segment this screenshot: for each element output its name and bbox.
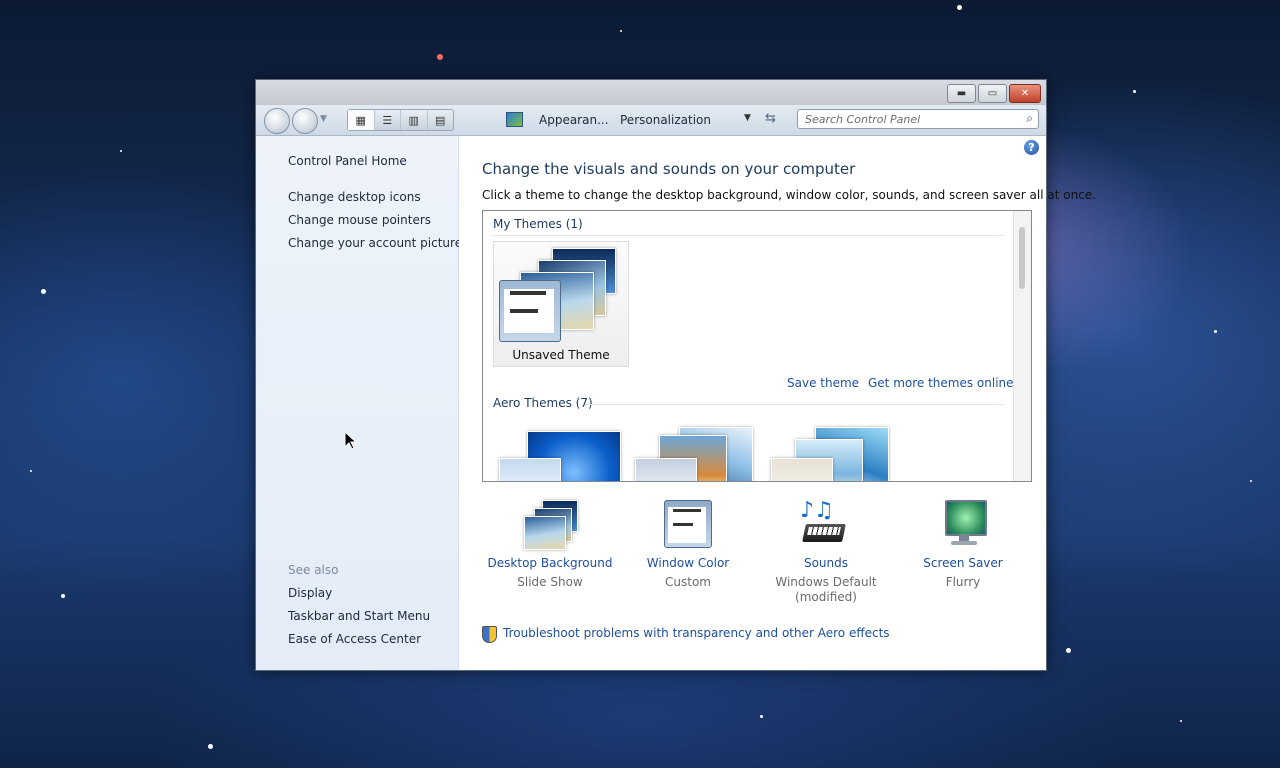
refresh-icon[interactable]: ⇆: [765, 111, 776, 126]
personalization-window: ▬ ▭ ✕ ▼ ▦ ☰ ▥ ▤ Appearan... Personalizat…: [255, 79, 1096, 671]
page-description: Click a theme to change the desktop back…: [482, 188, 1096, 202]
shield-icon: [482, 626, 497, 643]
control-panel-icon: [506, 112, 523, 127]
theme-characters[interactable]: [769, 423, 895, 481]
window-color-preview: [499, 280, 561, 342]
window-color-sub: Custom: [665, 575, 711, 589]
group-divider: [493, 235, 1005, 236]
view-details-button[interactable]: ▥: [401, 110, 428, 130]
sidebar-change-mouse-pointers[interactable]: Change mouse pointers: [288, 213, 431, 227]
view-large-icons-button[interactable]: ▦: [348, 110, 375, 130]
themes-list[interactable]: My Themes (1) Unsaved Theme Save theme G…: [482, 210, 1032, 482]
sidebar-taskbar-start-menu[interactable]: Taskbar and Start Menu: [288, 609, 430, 623]
themes-scrollbar[interactable]: [1013, 211, 1031, 481]
sidebar-display[interactable]: Display: [288, 586, 332, 600]
screen-saver-title[interactable]: Screen Saver: [898, 556, 1028, 570]
maximize-button[interactable]: ▭: [978, 84, 1007, 103]
troubleshoot-link[interactable]: Troubleshoot problems with transparency …: [503, 626, 890, 640]
sounds-item[interactable]: ♪♫ Sounds Windows Default (modified): [761, 498, 891, 605]
screen-saver-item[interactable]: Screen Saver Flurry: [898, 498, 1028, 590]
forward-button[interactable]: [292, 108, 318, 134]
get-more-themes-link[interactable]: Get more themes online: [868, 376, 1014, 390]
title-bar[interactable]: ▬ ▭ ✕: [256, 80, 1046, 105]
desktop-background-icon: [520, 498, 580, 550]
view-tiles-button[interactable]: ▤: [428, 110, 454, 130]
window-color-item[interactable]: Window Color Custom: [623, 498, 753, 590]
minimize-button[interactable]: ▬: [947, 84, 976, 103]
search-icon[interactable]: ⌕: [1026, 111, 1033, 126]
search-placeholder: Search Control Panel: [805, 113, 921, 126]
group-divider: [585, 404, 1005, 405]
main-content: ? Change the visuals and sounds on your …: [459, 136, 1096, 669]
sidebar-change-desktop-icons[interactable]: Change desktop icons: [288, 190, 421, 204]
see-also-heading: See also: [288, 563, 339, 577]
screen-saver-icon: [933, 498, 993, 550]
address-dropdown-icon[interactable]: ▼: [744, 113, 751, 123]
search-input[interactable]: Search Control Panel ⌕: [797, 109, 1039, 129]
view-mode-group: ▦ ☰ ▥ ▤: [347, 109, 454, 131]
sidebar-change-account-picture[interactable]: Change your account picture: [288, 236, 462, 250]
theme-label: Unsaved Theme: [512, 348, 610, 362]
breadcrumb-personalization[interactable]: Personalization: [620, 113, 711, 127]
breadcrumb-appearance[interactable]: Appearan...: [539, 113, 609, 127]
sounds-sub: Windows Default (modified): [775, 575, 877, 604]
window-color-icon: [658, 498, 718, 550]
view-list-button[interactable]: ☰: [375, 110, 401, 130]
desktop-background-item[interactable]: Desktop Background Slide Show: [485, 498, 615, 590]
theme-windows-7[interactable]: [497, 423, 623, 481]
sidebar-ease-of-access[interactable]: Ease of Access Center: [288, 632, 421, 646]
address-bar: ▼ ▦ ☰ ▥ ▤ Appearan... Personalization ▼ …: [256, 105, 1046, 136]
page-title: Change the visuals and sounds on your co…: [482, 160, 856, 178]
sounds-title[interactable]: Sounds: [761, 556, 891, 570]
theme-architecture[interactable]: [633, 423, 759, 481]
sounds-icon: ♪♫: [796, 498, 856, 550]
close-button[interactable]: ✕: [1009, 84, 1041, 103]
sidebar-control-panel-home[interactable]: Control Panel Home: [288, 154, 407, 168]
window-color-title[interactable]: Window Color: [623, 556, 753, 570]
recent-pages-dropdown[interactable]: ▼: [320, 114, 327, 124]
theme-unsaved[interactable]: Unsaved Theme: [493, 241, 629, 367]
aero-themes-header[interactable]: Aero Themes (7): [493, 396, 593, 410]
desktop-background-sub: Slide Show: [517, 575, 583, 589]
scrollbar-thumb[interactable]: [1019, 227, 1025, 289]
my-themes-header[interactable]: My Themes (1): [493, 217, 583, 231]
help-icon[interactable]: ?: [1024, 140, 1039, 155]
mouse-pointer-icon: [344, 431, 358, 450]
desktop-background-title[interactable]: Desktop Background: [485, 556, 615, 570]
save-theme-link[interactable]: Save theme: [787, 376, 859, 390]
back-button[interactable]: [264, 108, 290, 134]
screen-saver-sub: Flurry: [945, 575, 981, 589]
sidebar: Control Panel Home Change desktop icons …: [256, 136, 462, 670]
